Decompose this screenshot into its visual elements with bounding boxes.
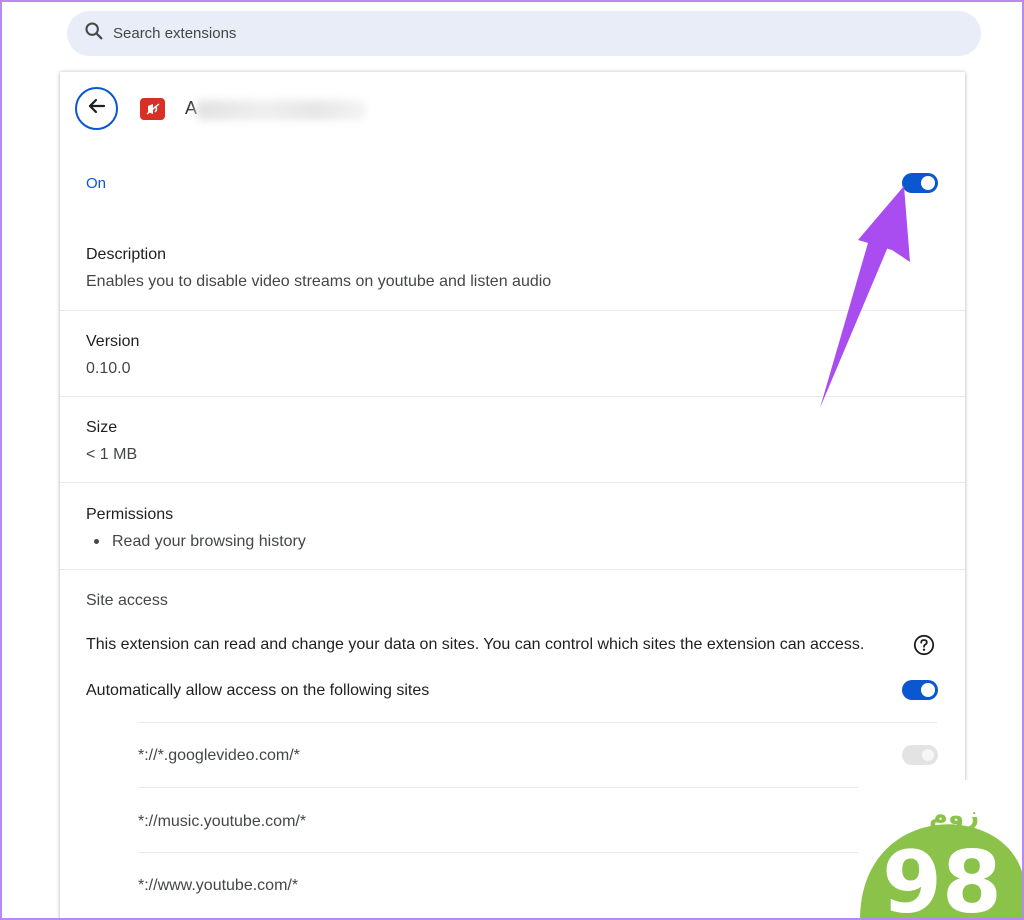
extension-logo-icon	[140, 98, 165, 120]
version-title: Version	[86, 333, 140, 350]
divider	[60, 569, 965, 570]
site-pattern: *://music.youtube.com/*	[138, 813, 307, 830]
watermark-logo: زوم 98	[858, 780, 1024, 920]
toggle-knob	[921, 748, 935, 762]
search-bar[interactable]: Search extensions	[67, 11, 981, 56]
bullet	[94, 539, 99, 544]
annotation-arrow-icon	[820, 186, 910, 408]
back-button[interactable]	[75, 87, 118, 130]
help-icon[interactable]	[913, 634, 935, 656]
auto-allow-toggle[interactable]	[902, 680, 938, 700]
site-pattern: *://www.youtube.com/*	[138, 877, 299, 894]
svg-text:98: 98	[882, 833, 1002, 920]
toggle-knob	[921, 683, 935, 697]
auto-allow-label: Automatically allow access on the follow…	[86, 682, 430, 699]
permission-item: Read your browsing history	[112, 533, 306, 550]
arrow-left-icon	[85, 94, 109, 123]
search-icon	[83, 20, 105, 47]
size-value: < 1 MB	[86, 446, 138, 463]
divider	[138, 722, 937, 723]
site-access-description: This extension can read and change your …	[86, 636, 865, 653]
site-toggle-googlevideo[interactable]	[902, 745, 938, 765]
divider	[138, 852, 937, 853]
divider	[60, 482, 965, 483]
site-pattern: *://*.googlevideo.com/*	[138, 747, 300, 764]
search-input[interactable]: Search extensions	[113, 25, 236, 42]
version-value: 0.10.0	[86, 360, 131, 377]
svg-text:زوم: زوم	[929, 801, 979, 831]
permissions-title: Permissions	[86, 506, 174, 523]
description-text: Enables you to disable video streams on …	[86, 273, 552, 290]
site-access-title: Site access	[86, 592, 168, 609]
size-title: Size	[86, 419, 118, 436]
extension-status-label: On	[86, 175, 107, 192]
description-title: Description	[86, 246, 167, 263]
divider	[138, 787, 937, 788]
extension-name-blurred	[196, 100, 366, 120]
